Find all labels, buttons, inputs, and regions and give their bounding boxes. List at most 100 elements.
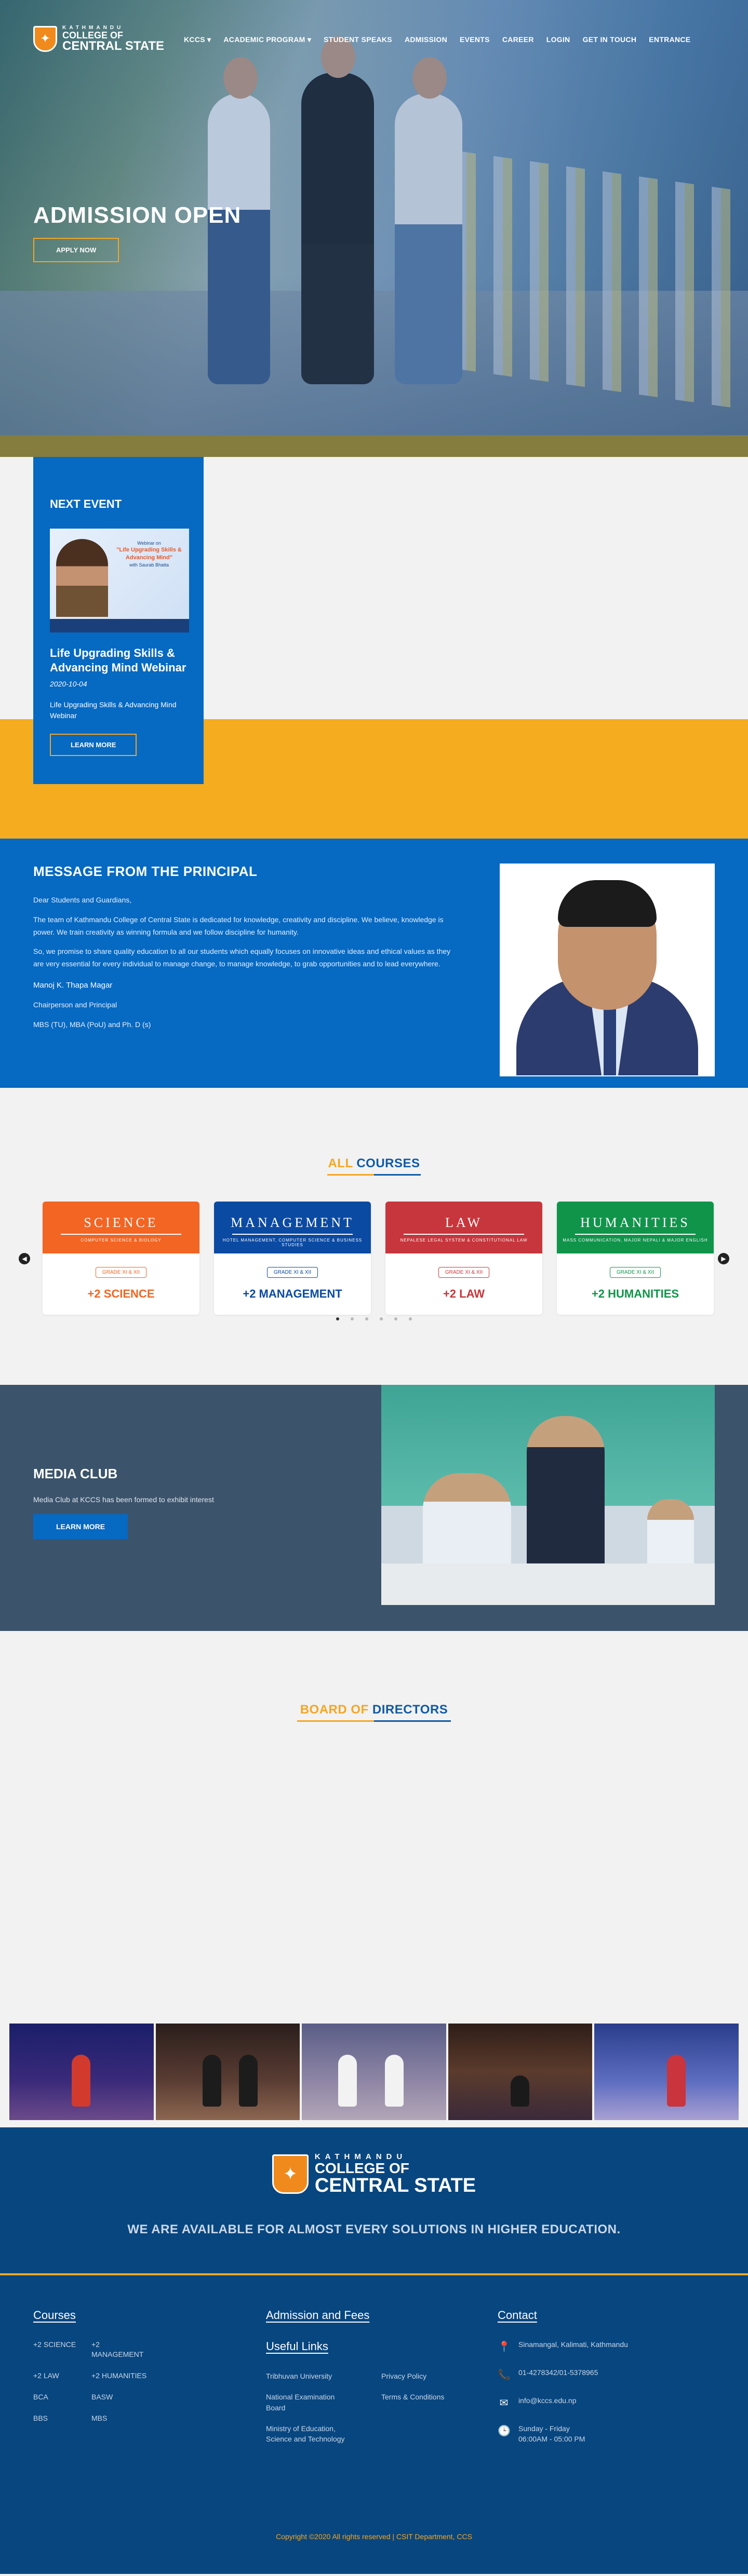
main-menu: KCCS ▾ ACADEMIC PROGRAM ▾ STUDENT SPEAKS… xyxy=(184,35,690,44)
grade-badge: GRADE XI & XII xyxy=(438,1267,490,1278)
event-description: Life Upgrading Skills & Advancing Mind W… xyxy=(50,700,177,720)
footer-logo[interactable]: ✦ KATHMANDU COLLEGE OF CENTRAL STATE xyxy=(272,2152,476,2195)
event-image-text-1: Webinar on xyxy=(137,541,161,546)
footer-course-link[interactable]: +2 LAW xyxy=(33,2371,91,2381)
apply-now-button[interactable]: APPLY NOW xyxy=(33,238,119,262)
footer-courses: Courses +2 SCIENCE +2 MANAGEMENT +2 LAW … xyxy=(33,2309,150,2423)
logo-line2: CENTRAL STATE xyxy=(314,2175,476,2196)
hero-title: ADMISSION OPEN xyxy=(33,203,242,228)
carousel-dot[interactable] xyxy=(336,1317,339,1320)
principal-salutation: Dear Students and Guardians, xyxy=(33,896,132,904)
gallery-photo[interactable] xyxy=(155,2024,300,2120)
course-card-management[interactable]: MANAGEMENT HOTEL MANAGEMENT, COMPUTER SC… xyxy=(214,1202,371,1315)
carousel-dot[interactable] xyxy=(351,1317,354,1320)
carousel-next-icon[interactable]: ▶ xyxy=(718,1253,729,1264)
event-title: Life Upgrading Skills & Advancing Mind W… xyxy=(50,646,186,674)
footer-course-link[interactable]: MBS xyxy=(91,2413,150,2423)
footer-course-link[interactable]: +2 HUMANITIES xyxy=(91,2371,150,2381)
useful-link[interactable]: Ministry of Education, Science and Techn… xyxy=(266,2423,359,2445)
top-navigation: ✦ KATHMANDU COLLEGE OF CENTRAL STATE KCC… xyxy=(0,0,748,78)
site-logo[interactable]: ✦ KATHMANDU COLLEGE OF CENTRAL STATE xyxy=(33,25,164,52)
nav-events[interactable]: EVENTS xyxy=(460,35,490,44)
nav-career[interactable]: CAREER xyxy=(502,35,534,44)
principal-paragraph: So, we promise to share quality educatio… xyxy=(33,947,451,968)
grade-badge: GRADE XI & XII xyxy=(95,1267,147,1278)
carousel-dot[interactable] xyxy=(394,1317,397,1320)
media-club-photo xyxy=(381,1385,715,1605)
gallery-photo[interactable] xyxy=(594,2024,739,2120)
event-date: 2020-10-04 xyxy=(50,680,87,688)
useful-link[interactable]: National Examination Board xyxy=(266,2392,354,2413)
principal-name: Manoj K. Thapa Magar xyxy=(33,980,113,990)
footer: Courses +2 SCIENCE +2 MANAGEMENT +2 LAW … xyxy=(0,2275,748,2574)
course-name: +2 LAW xyxy=(443,1287,485,1300)
carousel-prev-icon[interactable]: ◀ xyxy=(19,1253,30,1264)
event-learn-more-button[interactable]: LEARN MORE xyxy=(50,734,137,756)
event-image-text-3: with Saurab Bhatta xyxy=(129,562,169,568)
footer-course-link[interactable]: BCA xyxy=(33,2392,91,2402)
title-underline xyxy=(297,1720,451,1722)
carousel-dot[interactable] xyxy=(380,1317,383,1320)
logo-line1: COLLEGE OF xyxy=(314,2160,409,2176)
event-image-bar xyxy=(50,619,189,632)
contact-address: 📍 Sinamangal, Kalimati, Kathmandu xyxy=(498,2340,628,2354)
nav-login[interactable]: LOGIN xyxy=(546,35,570,44)
footer-course-link[interactable]: BASW xyxy=(91,2392,150,2402)
event-image[interactable]: Webinar on "Life Upgrading Skills & Adva… xyxy=(50,529,189,632)
media-club-section: MEDIA CLUB Media Club at KCCS has been f… xyxy=(0,1385,748,1631)
course-card-science[interactable]: SCIENCE COMPUTER SCIENCE & BIOLOGY GRADE… xyxy=(43,1202,199,1315)
grade-badge: GRADE XI & XII xyxy=(609,1267,661,1278)
nav-kccs[interactable]: KCCS ▾ xyxy=(184,35,211,44)
course-name: +2 HUMANITIES xyxy=(591,1287,679,1300)
logo-line2: CENTRAL STATE xyxy=(62,39,164,53)
gallery-photo[interactable] xyxy=(448,2024,593,2120)
nav-academic-program[interactable]: ACADEMIC PROGRAM ▾ xyxy=(223,35,311,44)
footer-courses-heading: Courses xyxy=(33,2309,76,2322)
media-learn-more-button[interactable]: LEARN MORE xyxy=(33,1514,128,1539)
course-card-humanities[interactable]: HUMANITIES MASS COMMUNICATION, MAJOR NEP… xyxy=(557,1202,714,1315)
board-title: BOARD OF DIRECTORS xyxy=(300,1703,448,1717)
carousel-dot[interactable] xyxy=(365,1317,368,1320)
clock-icon: 🕒 xyxy=(498,2425,511,2437)
title-underline xyxy=(327,1174,421,1176)
hero-content: ADMISSION OPEN APPLY NOW xyxy=(33,203,241,262)
footer-course-link[interactable]: +2 SCIENCE xyxy=(33,2340,91,2359)
useful-link[interactable]: Tribhuvan University xyxy=(266,2371,381,2381)
footer-course-link[interactable]: BBS xyxy=(33,2413,91,2423)
contact-hours: 🕒 Sunday - Friday 06:00AM - 05:00 PM xyxy=(498,2424,585,2443)
admission-fees-link[interactable]: Admission and Fees xyxy=(266,2309,475,2322)
speaker-photo xyxy=(56,539,108,617)
contact-phone[interactable]: 📞 01-4278342/01-5378965 xyxy=(498,2368,628,2382)
gallery-photo[interactable] xyxy=(302,2024,446,2120)
carousel-dots xyxy=(0,1317,748,1320)
footer-contact: Contact 📍 Sinamangal, Kalimati, Kathmand… xyxy=(498,2309,628,2458)
courses-title: ALL COURSES xyxy=(328,1156,420,1170)
photo-gallery xyxy=(0,2024,748,2127)
footer-banner: ✦ KATHMANDU COLLEGE OF CENTRAL STATE WE … xyxy=(0,2127,748,2275)
board-of-directors-section: BOARD OF DIRECTORS xyxy=(0,1631,748,2024)
course-name: +2 MANAGEMENT xyxy=(243,1287,342,1300)
hero-banner: ✦ KATHMANDU COLLEGE OF CENTRAL STATE KCC… xyxy=(0,0,748,457)
gallery-photo[interactable] xyxy=(9,2024,154,2120)
hero-bottom-strip xyxy=(0,435,748,457)
course-carousel: SCIENCE COMPUTER SCIENCE & BIOLOGY GRADE… xyxy=(43,1202,748,1315)
useful-link[interactable]: Privacy Policy xyxy=(381,2371,475,2381)
event-image-text-2: "Life Upgrading Skills & Advancing Mind" xyxy=(116,547,182,561)
course-name: +2 SCIENCE xyxy=(87,1287,155,1300)
principal-paragraph: The team of Kathmandu College of Central… xyxy=(33,915,444,936)
footer-links: Admission and Fees Useful Links Tribhuva… xyxy=(266,2309,475,2444)
useful-link[interactable]: Terms & Conditions xyxy=(381,2392,475,2413)
useful-links-heading: Useful Links xyxy=(266,2340,328,2353)
course-card-law[interactable]: LAW NEPALESE LEGAL SYSTEM & CONSTITUTION… xyxy=(385,1202,542,1315)
principal-role: Chairperson and Principal xyxy=(33,1001,117,1009)
nav-student-speaks[interactable]: STUDENT SPEAKS xyxy=(324,35,392,44)
carousel-dot[interactable] xyxy=(409,1317,412,1320)
footer-tagline: WE ARE AVAILABLE FOR ALMOST EVERY SOLUTI… xyxy=(127,2222,621,2236)
contact-email[interactable]: ✉ info@kccs.edu.np xyxy=(498,2396,628,2410)
principal-photo xyxy=(500,864,715,1076)
principal-message-section: MESSAGE FROM THE PRINCIPAL Dear Students… xyxy=(0,839,748,1088)
footer-course-link[interactable]: +2 MANAGEMENT xyxy=(91,2340,150,2359)
nav-entrance[interactable]: ENTRANCE xyxy=(649,35,690,44)
nav-get-in-touch[interactable]: GET IN TOUCH xyxy=(583,35,637,44)
nav-admission[interactable]: ADMISSION xyxy=(405,35,447,44)
